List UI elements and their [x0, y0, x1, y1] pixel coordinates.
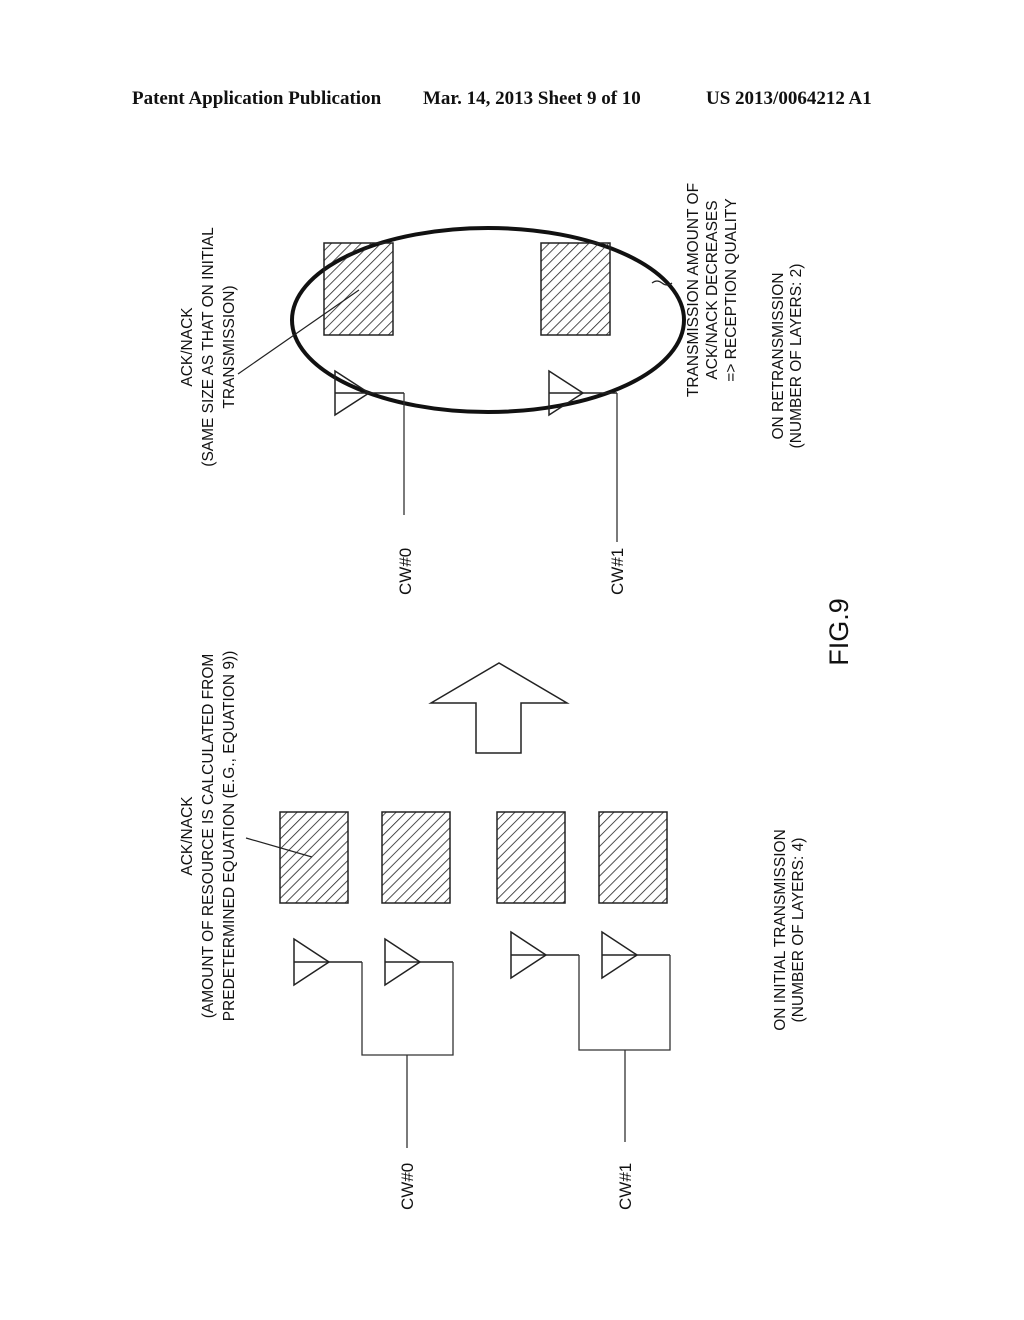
- figure-label: FIG.9: [824, 598, 854, 666]
- cw1-feed-line-initial: [578, 955, 671, 1051]
- cw1-label-retx: CW#1: [608, 548, 627, 595]
- callout-initial-line1: ACK/NACK: [179, 796, 196, 876]
- retransmission-group: CW#0 CW#1 ACK/NACK (SAME SIZE AS THAT ON…: [179, 183, 805, 595]
- callout-retx-line2: (SAME SIZE AS THAT ON INITIAL: [200, 227, 217, 467]
- caption-initial-line1: ON INITIAL TRANSMISSION: [772, 829, 789, 1031]
- callout-retx-line1: ACK/NACK: [179, 307, 196, 387]
- antenna-icon: [293, 937, 362, 987]
- antenna-icon: [548, 369, 617, 417]
- cw0-label-initial: CW#0: [398, 1163, 417, 1210]
- ack-nack-block-retx-1: [323, 242, 394, 336]
- antenna-icon: [510, 930, 579, 980]
- ack-nack-block-initial-4: [598, 811, 668, 904]
- figure-9-diagram: CW#0 CW#1 ACK/NACK (AMOUNT OF RESOURCE I…: [179, 183, 854, 1210]
- caption-retx-line2: (NUMBER OF LAYERS: 2): [788, 264, 805, 449]
- ack-nack-block-initial-1: [279, 811, 349, 904]
- cw0-feed-line-initial: [361, 962, 454, 1056]
- note-retx-line3: => RECEPTION QUALITY: [723, 198, 740, 381]
- callout-initial-line3: PREDETERMINED EQUATION (E.G., EQUATION 9…: [221, 651, 238, 1022]
- note-retx-line2: ACK/NACK DECREASES: [704, 200, 721, 379]
- antenna-icon: [334, 369, 404, 417]
- caption-retx-line1: ON RETRANSMISSION: [770, 272, 787, 439]
- antenna-icon: [601, 930, 670, 980]
- callout-retx-line3: TRANSMISSION): [221, 285, 238, 408]
- note-retx-line1: TRANSMISSION AMOUNT OF: [685, 183, 702, 397]
- cw0-label-retx: CW#0: [396, 548, 415, 595]
- initial-transmission-group: CW#0 CW#1 ACK/NACK (AMOUNT OF RESOURCE I…: [179, 651, 807, 1210]
- ack-nack-block-retx-2: [540, 242, 611, 336]
- caption-initial-line2: (NUMBER OF LAYERS: 4): [790, 838, 807, 1023]
- callout-initial-line2: (AMOUNT OF RESOURCE IS CALCULATED FROM: [200, 654, 217, 1019]
- ack-nack-block-initial-2: [381, 811, 451, 904]
- cw1-label-initial: CW#1: [616, 1163, 635, 1210]
- ack-nack-block-initial-3: [496, 811, 566, 904]
- arrow-up-icon: [428, 662, 570, 754]
- antenna-icon: [384, 937, 453, 987]
